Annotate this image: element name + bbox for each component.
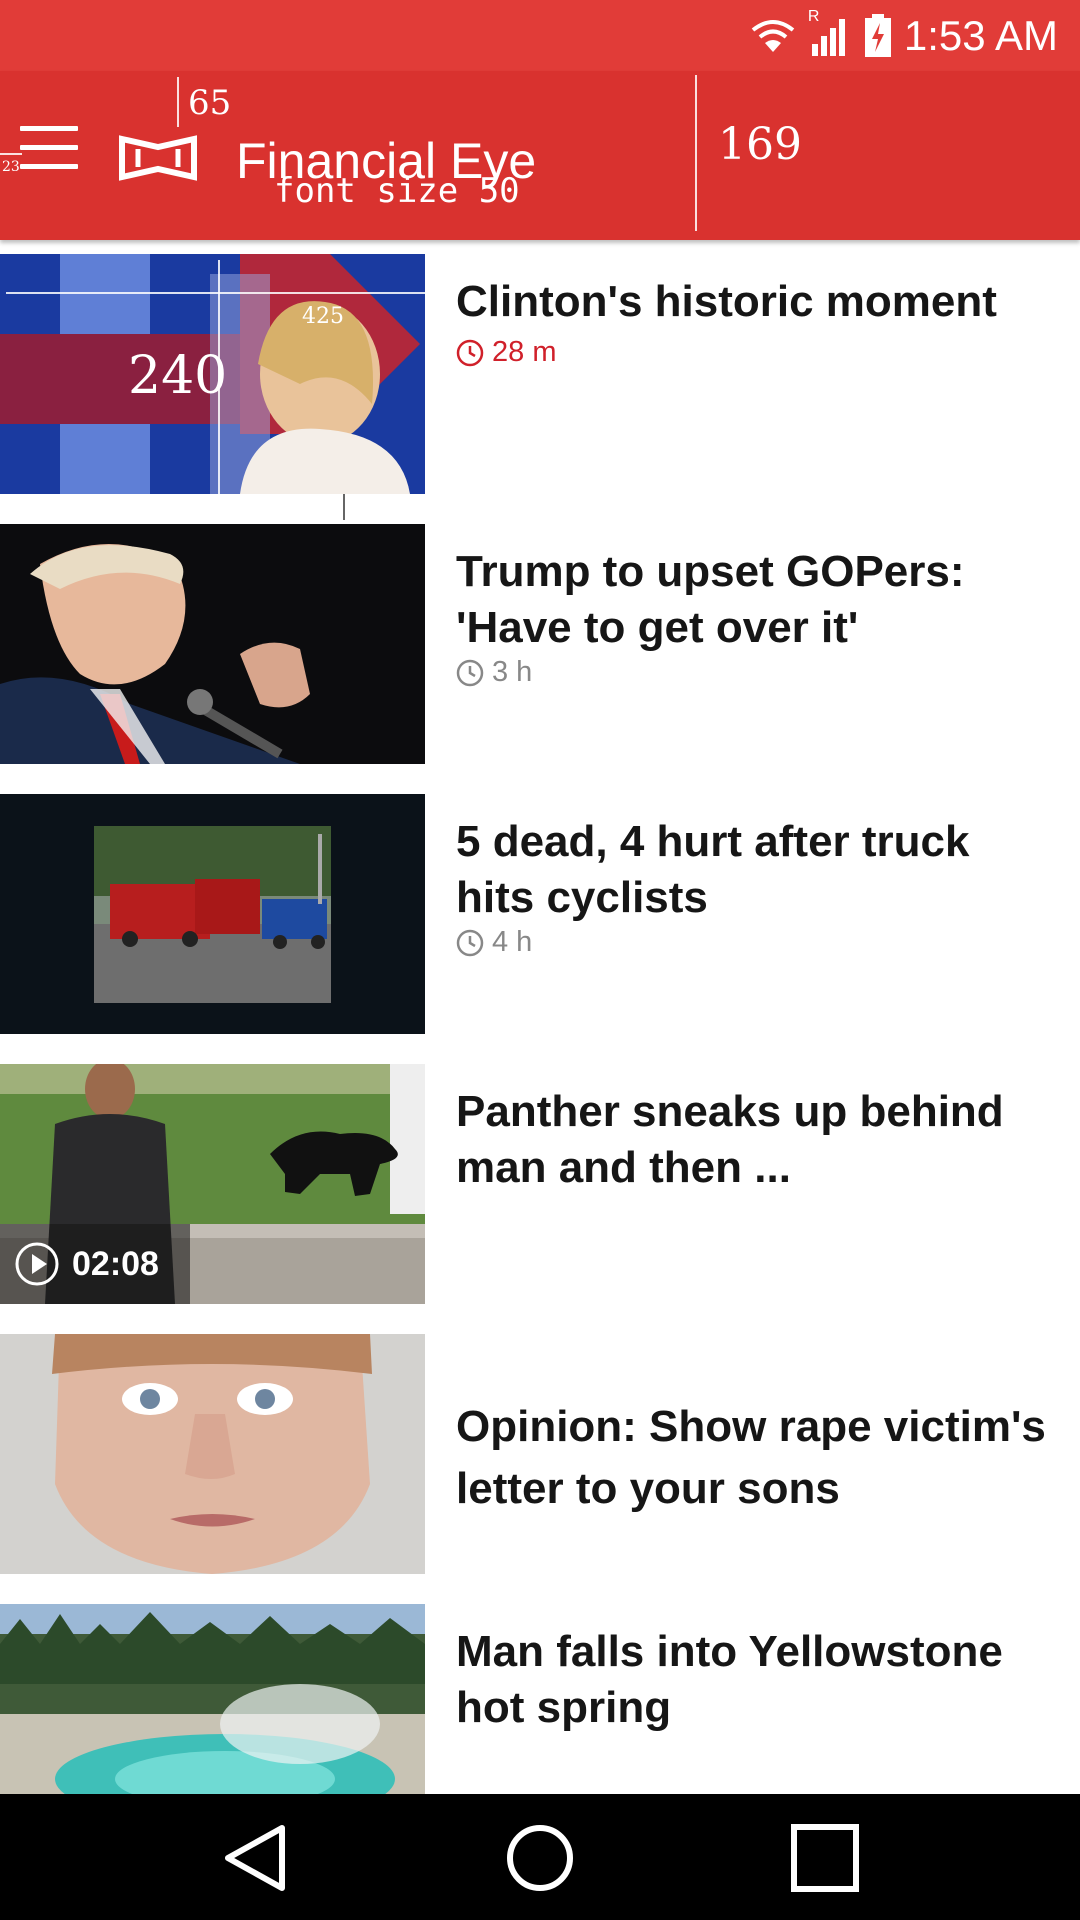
- news-item[interactable]: 5 dead, 4 hurt after truck hits cyclists…: [0, 794, 1080, 1034]
- wifi-icon: [751, 20, 795, 52]
- recents-icon[interactable]: [786, 1822, 866, 1894]
- home-icon[interactable]: [500, 1822, 580, 1894]
- news-headline[interactable]: Opinion: Show rape victim's letter to yo…: [456, 1396, 1056, 1520]
- news-feed[interactable]: 240 425 Clinton's historic moment 28 m T…: [0, 240, 1080, 1794]
- news-thumbnail[interactable]: 240 425: [0, 254, 425, 494]
- news-thumbnail[interactable]: [0, 1604, 425, 1794]
- app-bar: Financial Eye 65 23 font size 50 169: [0, 71, 1080, 240]
- news-item[interactable]: Opinion: Show rape victim's letter to yo…: [0, 1334, 1080, 1574]
- news-time: 4 h: [456, 926, 532, 959]
- clock-icon: [456, 659, 484, 686]
- news-item[interactable]: Man falls into Yellowstone hot spring: [0, 1604, 1080, 1794]
- news-time: 3 h: [456, 656, 532, 689]
- news-time-label: 3 h: [492, 656, 533, 688]
- status-icons: R 1:53 AM: [750, 8, 1058, 62]
- news-time-label: 4 h: [492, 926, 533, 958]
- annotation-height-label: 169: [718, 119, 802, 170]
- annotation-vertical-line: [177, 77, 179, 127]
- annotation-left-line: [0, 153, 22, 155]
- navigation-bar: [0, 1794, 1080, 1920]
- annotation-thumb-tick: [343, 494, 345, 520]
- news-headline[interactable]: Panther sneaks up behind man and then ..…: [456, 1084, 1056, 1196]
- news-thumbnail[interactable]: [0, 794, 425, 1034]
- signal-icon: R: [808, 8, 852, 58]
- clock-icon: [456, 929, 484, 956]
- news-thumbnail[interactable]: [0, 1334, 425, 1574]
- menu-button[interactable]: [20, 126, 80, 174]
- video-duration: 02:08: [72, 1244, 159, 1283]
- news-headline[interactable]: Man falls into Yellowstone hot spring: [456, 1624, 1056, 1736]
- back-icon[interactable]: [216, 1822, 296, 1894]
- app-logo-icon: [119, 135, 197, 181]
- battery-charging-icon: [864, 14, 891, 57]
- video-duration-badge: 02:08: [0, 1224, 190, 1304]
- news-headline[interactable]: Trump to upset GOPers: 'Have to get over…: [456, 544, 1056, 656]
- news-thumbnail[interactable]: [0, 524, 425, 764]
- annotation-height-line: [695, 75, 697, 231]
- annotation-font-note: font size 50: [274, 171, 520, 211]
- news-time-label: 28 m: [492, 336, 557, 368]
- clock-icon: [456, 339, 484, 366]
- annotation-thumb-height-label: 240: [128, 346, 228, 406]
- news-time: 28 m: [456, 336, 556, 369]
- annotation-top-label: 65: [188, 83, 232, 123]
- news-headline[interactable]: Clinton's historic moment: [456, 274, 1056, 330]
- news-item[interactable]: 240 425 Clinton's historic moment 28 m: [0, 254, 1080, 520]
- news-headline[interactable]: 5 dead, 4 hurt after truck hits cyclists: [456, 814, 1056, 926]
- status-bar: R 1:53 AM: [0, 0, 1080, 71]
- annotation-thumb-width-label: 425: [302, 304, 344, 329]
- news-item[interactable]: 02:08 Panther sneaks up behind man and t…: [0, 1064, 1080, 1304]
- status-time: 1:53 AM: [903, 12, 1058, 59]
- news-thumbnail[interactable]: 02:08: [0, 1064, 425, 1304]
- annotation-thumb-hline: [6, 292, 425, 294]
- news-item[interactable]: Trump to upset GOPers: 'Have to get over…: [0, 524, 1080, 764]
- annotation-left-label: 23: [2, 159, 20, 175]
- play-icon: [15, 1242, 59, 1286]
